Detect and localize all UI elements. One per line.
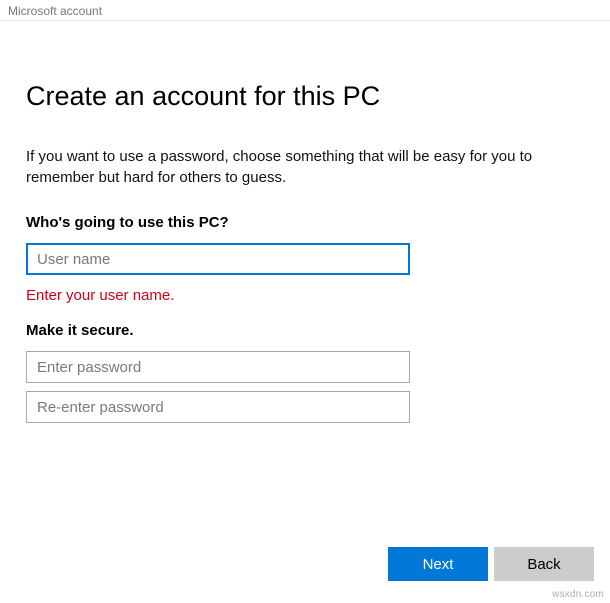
password-section-label: Make it secure. (26, 322, 584, 339)
confirm-password-input[interactable] (26, 391, 410, 423)
window-title: Microsoft account (8, 4, 102, 18)
watermark: wsxdn.com (552, 589, 604, 600)
user-section-label: Who's going to use this PC? (26, 214, 584, 231)
page-description: If you want to use a password, choose so… (26, 146, 584, 188)
next-button[interactable]: Next (388, 547, 488, 581)
username-error: Enter your user name. (26, 287, 584, 304)
window-title-bar: Microsoft account (0, 0, 610, 21)
main-content: Create an account for this PC If you wan… (0, 21, 610, 423)
username-input[interactable] (26, 243, 410, 275)
button-row: Next Back (388, 547, 594, 581)
back-button[interactable]: Back (494, 547, 594, 581)
password-input[interactable] (26, 351, 410, 383)
page-heading: Create an account for this PC (26, 81, 584, 112)
